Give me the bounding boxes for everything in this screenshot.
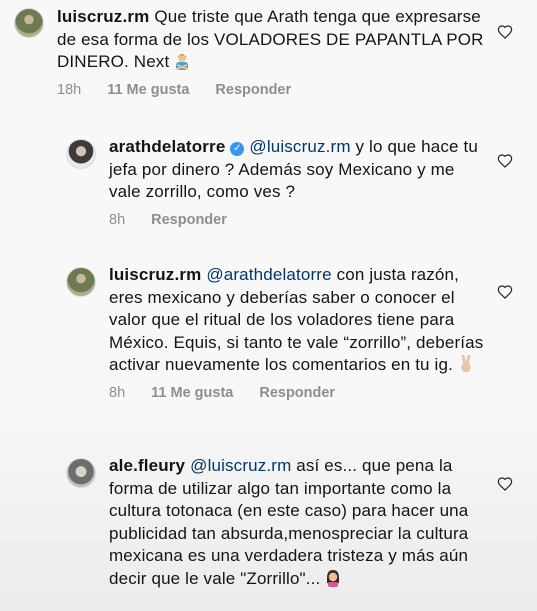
- comment-username[interactable]: arathdelatorre: [109, 137, 225, 156]
- comment-username[interactable]: ale.fleury: [109, 456, 185, 475]
- avatar[interactable]: [14, 8, 44, 38]
- comment-time: 18h: [57, 81, 82, 98]
- likes-count[interactable]: 11 Me gusta: [151, 385, 233, 401]
- comment-reply-item: ale.fleury @luiscruz.rm así es... que pen…: [66, 455, 486, 590]
- person-gesturing-no-emoji: [176, 54, 189, 70]
- comment-body: arathdelatorre ✓ @luiscruz.rm y lo que hac…: [109, 136, 486, 228]
- comment-content: así es... que pena la forma de utilizar …: [109, 456, 469, 588]
- avatar[interactable]: [66, 267, 96, 297]
- heart-icon[interactable]: [497, 476, 513, 492]
- comment-reply-item: luiscruz.rm @arathdelatorre con justa raz…: [66, 264, 486, 401]
- comment-text: ale.fleury @luiscruz.rm así es... que pen…: [109, 455, 486, 590]
- verified-badge-icon: ✓: [230, 142, 245, 156]
- avatar[interactable]: [66, 139, 96, 169]
- comment-text: arathdelatorre ✓ @luiscruz.rm y lo que hac…: [109, 136, 486, 204]
- comment-time: 8h: [109, 211, 126, 228]
- avatar[interactable]: [66, 458, 96, 488]
- comment-time: 8h: [109, 384, 126, 401]
- mention-link[interactable]: @luiscruz.rm: [249, 137, 350, 156]
- comment-body: luiscruz.rm Que triste que Arath tenga qu…: [57, 6, 484, 98]
- likes-count[interactable]: 11 Me gusta: [107, 82, 189, 98]
- comment-body: luiscruz.rm @arathdelatorre con justa raz…: [109, 264, 486, 401]
- comment-meta: 18h 11 Me gusta Responder: [57, 82, 484, 98]
- comment-meta: 8h 11 Me gusta Responder: [109, 385, 486, 401]
- reply-button[interactable]: Responder: [259, 385, 335, 401]
- comment-meta: 8h Responder: [109, 212, 486, 228]
- victory-hand-emoji: [461, 355, 471, 372]
- reply-button[interactable]: Responder: [215, 82, 291, 98]
- reply-button[interactable]: Responder: [151, 212, 227, 228]
- heart-icon[interactable]: [497, 284, 513, 300]
- heart-icon[interactable]: [497, 153, 513, 169]
- comment-username[interactable]: luiscruz.rm: [57, 7, 149, 26]
- comment-body: ale.fleury @luiscruz.rm así es... que pen…: [109, 455, 486, 590]
- comment-username[interactable]: luiscruz.rm: [109, 265, 201, 284]
- woman-facepalming-emoji: [327, 569, 340, 587]
- comment-text: luiscruz.rm Que triste que Arath tenga qu…: [57, 6, 484, 74]
- comment-item: luiscruz.rm Que triste que Arath tenga qu…: [14, 6, 484, 98]
- mention-link[interactable]: @luiscruz.rm: [190, 456, 291, 475]
- heart-icon[interactable]: [497, 24, 513, 40]
- comment-text: luiscruz.rm @arathdelatorre con justa raz…: [109, 264, 486, 377]
- mention-link[interactable]: @arathdelatorre: [206, 265, 331, 284]
- comment-reply-item: arathdelatorre ✓ @luiscruz.rm y lo que hac…: [66, 136, 486, 228]
